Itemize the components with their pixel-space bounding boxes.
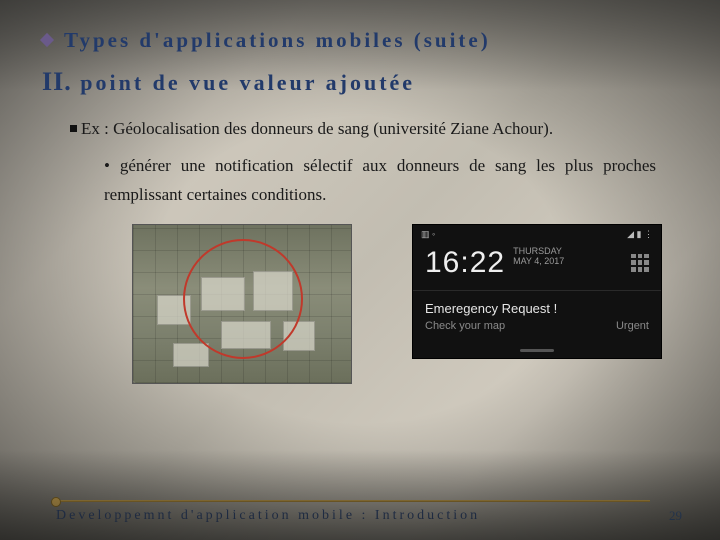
slide-subtitle: II. point de vue valeur ajoutée (42, 67, 678, 97)
app-grid-icon (631, 254, 649, 272)
phone-day: THURSDAY (513, 246, 564, 257)
square-bullet-icon (70, 125, 77, 132)
page-number: 29 (669, 508, 682, 524)
subtitle-text: point de vue valeur ajoutée (80, 70, 415, 95)
notification-title: Emeregency Request ! (425, 301, 649, 316)
footer-rule (56, 500, 650, 502)
diamond-bullet-icon (40, 33, 54, 47)
slide-title: Types d'applications mobiles (suite) (42, 28, 678, 53)
footer: Developpemnt d'application mobile : Intr… (0, 508, 720, 524)
phone-date: MAY 4, 2017 (513, 256, 564, 267)
phone-notification-image: ▥ ◦◢ ▮ ⋮ 16:22 THURSDAY MAY 4, 2017 Emer… (412, 224, 662, 359)
body-text: Ex : Géolocalisation des donneurs de san… (42, 115, 678, 210)
notification-tag: Urgent (616, 320, 649, 332)
example-text: : Géolocalisation des donneurs de sang (… (100, 119, 553, 138)
highlight-circle-icon (183, 239, 303, 359)
footer-text: Developpemnt d'application mobile : Intr… (56, 508, 669, 524)
example-label: Ex (81, 119, 100, 138)
sub-bullet: • générer une notification sélectif aux … (70, 144, 656, 210)
figures-row: ▥ ◦◢ ▮ ⋮ 16:22 THURSDAY MAY 4, 2017 Emer… (42, 224, 678, 384)
phone-clock: 16:22 (425, 246, 505, 280)
slide: Types d'applications mobiles (suite) II.… (0, 0, 720, 540)
drag-handle-icon (520, 349, 554, 352)
satellite-map-image (132, 224, 352, 384)
title-text: Types d'applications mobiles (suite) (64, 28, 491, 52)
bullet-text: • générer une notification sélectif aux … (104, 156, 656, 204)
roman-numeral: II. (42, 67, 72, 96)
notification-subtitle: Check your map (425, 320, 505, 332)
